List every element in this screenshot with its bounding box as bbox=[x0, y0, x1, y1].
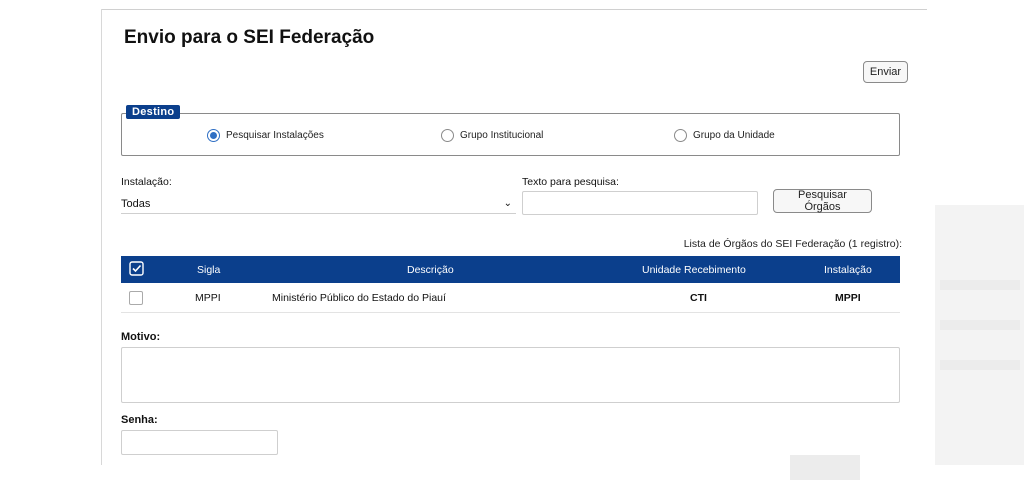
motivo-textarea[interactable] bbox=[121, 347, 900, 403]
pesquisar-orgaos-button[interactable]: Pesquisar Órgãos bbox=[773, 189, 872, 213]
senha-input[interactable] bbox=[121, 430, 278, 455]
watermark-shape bbox=[790, 455, 860, 480]
radio-label: Grupo Institucional bbox=[460, 130, 544, 141]
header-descricao[interactable]: Descrição bbox=[407, 264, 454, 276]
motivo-label: Motivo: bbox=[121, 331, 161, 343]
cell-unidade: CTI bbox=[690, 292, 707, 304]
row-checkbox[interactable] bbox=[129, 291, 143, 305]
send-button[interactable]: Enviar bbox=[863, 61, 908, 83]
senha-label: Senha: bbox=[121, 414, 158, 426]
select-all-checkbox-icon[interactable] bbox=[129, 260, 144, 279]
pesquisa-input[interactable] bbox=[522, 191, 758, 215]
radio-label: Grupo da Unidade bbox=[693, 130, 775, 141]
instalacao-select[interactable]: Todas ⌄ bbox=[121, 194, 516, 214]
radio-selected-icon bbox=[207, 129, 220, 142]
header-instalacao[interactable]: Instalação bbox=[824, 264, 872, 276]
watermark-shape bbox=[940, 360, 1020, 370]
instalacao-label: Instalação: bbox=[121, 176, 172, 188]
watermark-shape bbox=[940, 320, 1020, 330]
page-title: Envio para o SEI Federação bbox=[124, 27, 375, 48]
chevron-down-icon: ⌄ bbox=[503, 198, 512, 209]
radio-label: Pesquisar Instalações bbox=[226, 130, 324, 141]
table-header: Sigla Descrição Unidade Recebimento Inst… bbox=[121, 256, 900, 283]
destino-legend: Destino bbox=[126, 105, 181, 119]
watermark-shape bbox=[940, 280, 1020, 290]
instalacao-selected-value: Todas bbox=[121, 197, 151, 210]
table-row: MPPI Ministério Público do Estado do Pia… bbox=[121, 284, 900, 313]
pesquisa-label: Texto para pesquisa: bbox=[522, 176, 619, 188]
cell-sigla: MPPI bbox=[195, 292, 221, 304]
table-caption: Lista de Órgãos do SEI Federação (1 regi… bbox=[683, 238, 902, 250]
cell-descricao: Ministério Público do Estado do Piauí bbox=[272, 292, 446, 304]
radio-grupo-institucional[interactable]: Grupo Institucional bbox=[441, 129, 543, 142]
radio-unselected-icon bbox=[674, 129, 687, 142]
radio-pesquisar-instalacoes[interactable]: Pesquisar Instalações bbox=[207, 129, 324, 142]
frame-border-left bbox=[101, 9, 102, 465]
frame-border-top bbox=[101, 9, 927, 10]
cell-instalacao: MPPI bbox=[835, 292, 861, 304]
radio-grupo-unidade[interactable]: Grupo da Unidade bbox=[674, 129, 775, 142]
header-sigla[interactable]: Sigla bbox=[197, 264, 220, 276]
header-unidade-recebimento[interactable]: Unidade Recebimento bbox=[642, 264, 746, 276]
watermark-decoration bbox=[935, 205, 1024, 465]
radio-unselected-icon bbox=[441, 129, 454, 142]
